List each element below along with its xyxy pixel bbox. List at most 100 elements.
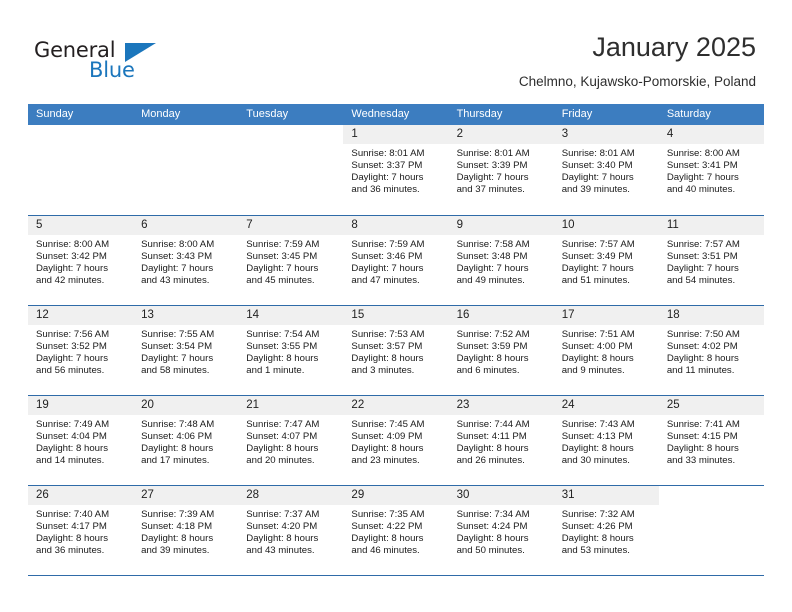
day-cell[interactable]: 11 Sunrise: 7:57 AM Sunset: 3:51 PM Dayligh…	[658, 216, 764, 305]
daylight-line: Daylight: 8 hours	[666, 443, 739, 455]
day-details: Sunrise: 8:00 AM Sunset: 3:42 PM Daylight:…	[28, 235, 133, 287]
sunrise-line: Sunrise: 7:59 AM	[351, 239, 425, 250]
daylight-line: Daylight: 7 hours	[246, 263, 319, 275]
day-cell[interactable]: 4 Sunrise: 8:00 AM Sunset: 3:41 PM Daylight…	[658, 125, 764, 215]
day-number-band: 4	[658, 125, 764, 144]
sunset-line: Sunset: 3:57 PM	[351, 341, 423, 353]
sunrise-line: Sunrise: 7:56 AM	[36, 329, 110, 340]
sunrise-line: Sunrise: 8:01 AM	[351, 148, 425, 159]
day-number: 23	[456, 399, 470, 411]
day-cell[interactable]: 13 Sunrise: 7:55 AM Sunset: 3:54 PM Dayligh…	[133, 306, 239, 395]
sunset-line: Sunset: 3:42 PM	[36, 251, 107, 263]
page-title: January 2025	[592, 32, 756, 62]
day-number-band: 6	[133, 216, 239, 235]
day-cell[interactable]: 28 Sunrise: 7:37 AM Sunset: 4:20 PM Dayligh…	[238, 486, 344, 575]
sunset-line: Sunset: 3:51 PM	[666, 251, 738, 263]
sunrise-line: Sunrise: 7:34 AM	[456, 509, 530, 520]
day-number-band: 18	[658, 306, 764, 325]
daylight-line-cont: and 36 minutes.	[351, 184, 420, 196]
sunrise-line: Sunrise: 7:54 AM	[246, 329, 320, 340]
day-cell[interactable]: 17 Sunrise: 7:51 AM Sunset: 4:00 PM Dayligh…	[553, 306, 659, 395]
logo-text-blue: Blue	[89, 58, 135, 82]
day-cell[interactable]: 10 Sunrise: 7:57 AM Sunset: 3:49 PM Dayligh…	[553, 216, 659, 305]
sunset-line: Sunset: 3:55 PM	[246, 341, 318, 353]
day-number: 5	[36, 219, 43, 231]
daylight-line-cont: and 26 minutes.	[456, 455, 525, 467]
day-cell[interactable]: 3 Sunrise: 8:01 AM Sunset: 3:40 PM Daylight…	[553, 125, 659, 215]
day-details: Sunrise: 8:00 AM Sunset: 3:43 PM Daylight:…	[133, 235, 238, 287]
day-cell[interactable]: 25 Sunrise: 7:41 AM Sunset: 4:15 PM Dayligh…	[658, 396, 764, 485]
day-cell[interactable]: 30 Sunrise: 7:34 AM Sunset: 4:24 PM Dayligh…	[448, 486, 554, 575]
day-details: Sunrise: 7:52 AM Sunset: 3:59 PM Daylight:…	[449, 325, 554, 377]
day-number: 29	[351, 489, 365, 501]
sunset-line: Sunset: 4:15 PM	[666, 431, 738, 443]
day-cell[interactable]: 26 Sunrise: 7:40 AM Sunset: 4:17 PM Dayligh…	[28, 486, 134, 575]
day-cell[interactable]: 1 Sunrise: 8:01 AM Sunset: 3:37 PM Daylight…	[343, 125, 449, 215]
weekday-header-row: Sunday Monday Tuesday Wednesday Thursday…	[28, 104, 764, 125]
sunrise-line: Sunrise: 7:50 AM	[666, 329, 740, 340]
sunrise-line: Sunrise: 7:48 AM	[141, 419, 215, 430]
day-number-band: 15	[343, 306, 449, 325]
sunset-line: Sunset: 4:22 PM	[351, 521, 423, 533]
day-number: 19	[36, 399, 49, 411]
day-cell[interactable]: 14 Sunrise: 7:54 AM Sunset: 3:55 PM Dayligh…	[238, 306, 344, 395]
day-cell[interactable]: 5 Sunrise: 8:00 AM Sunset: 3:42 PM Daylight…	[28, 216, 134, 305]
daylight-line: Daylight: 7 hours	[456, 263, 529, 275]
day-number-band: 26	[28, 486, 134, 505]
day-details: Sunrise: 7:57 AM Sunset: 3:49 PM Daylight:…	[554, 235, 659, 287]
sunrise-line: Sunrise: 7:44 AM	[456, 419, 530, 430]
weekday-header-sunday: Sunday	[36, 108, 74, 120]
day-cell[interactable]: 21 Sunrise: 7:47 AM Sunset: 4:07 PM Dayligh…	[238, 396, 344, 485]
day-cell[interactable]: 8 Sunrise: 7:59 AM Sunset: 3:46 PM Daylight…	[343, 216, 449, 305]
day-cell[interactable]: 20 Sunrise: 7:48 AM Sunset: 4:06 PM Dayligh…	[133, 396, 239, 485]
day-cell[interactable]: 22 Sunrise: 7:45 AM Sunset: 4:09 PM Dayligh…	[343, 396, 449, 485]
sunrise-line: Sunrise: 8:00 AM	[666, 148, 740, 159]
calendar-week-row: 12 Sunrise: 7:56 AM Sunset: 3:52 PM Dayligh…	[28, 305, 764, 395]
sunset-line: Sunset: 4:11 PM	[456, 431, 527, 443]
day-cell[interactable]: 12 Sunrise: 7:56 AM Sunset: 3:52 PM Dayligh…	[28, 306, 134, 395]
day-cell[interactable]: 6 Sunrise: 8:00 AM Sunset: 3:43 PM Daylight…	[133, 216, 239, 305]
title-block: January 2025 Chelmno, Kujawsko-Pomorskie…	[519, 30, 756, 90]
day-cell[interactable]: 15 Sunrise: 7:53 AM Sunset: 3:57 PM Dayligh…	[343, 306, 449, 395]
daylight-line: Daylight: 8 hours	[666, 353, 739, 365]
day-cell[interactable]: 27 Sunrise: 7:39 AM Sunset: 4:18 PM Dayligh…	[133, 486, 239, 575]
day-number-band: 17	[553, 306, 659, 325]
day-cell[interactable]: 18 Sunrise: 7:50 AM Sunset: 4:02 PM Dayligh…	[658, 306, 764, 395]
sunrise-line: Sunrise: 7:49 AM	[36, 419, 110, 430]
day-number-band: 1	[343, 125, 449, 144]
day-cell[interactable]: 9 Sunrise: 7:58 AM Sunset: 3:48 PM Daylight…	[448, 216, 554, 305]
day-number: 25	[666, 399, 680, 411]
day-number: 14	[246, 309, 260, 321]
day-number-band: 25	[658, 396, 764, 415]
daylight-line-cont: and 58 minutes.	[141, 365, 210, 377]
day-details: Sunrise: 7:40 AM Sunset: 4:17 PM Daylight:…	[28, 505, 133, 557]
sunrise-line: Sunrise: 7:57 AM	[561, 239, 635, 250]
daylight-line: Daylight: 7 hours	[666, 263, 739, 275]
sunset-line: Sunset: 4:18 PM	[141, 521, 213, 533]
sunrise-line: Sunrise: 7:41 AM	[666, 419, 740, 430]
daylight-line: Daylight: 8 hours	[36, 443, 108, 455]
day-cell[interactable]: 2 Sunrise: 8:01 AM Sunset: 3:39 PM Daylight…	[448, 125, 554, 215]
calendar-bottom-border	[28, 575, 764, 576]
day-cell[interactable]: 23 Sunrise: 7:44 AM Sunset: 4:11 PM Dayligh…	[448, 396, 554, 485]
day-cell[interactable]: 24 Sunrise: 7:43 AM Sunset: 4:13 PM Dayligh…	[553, 396, 659, 485]
day-cell[interactable]: 7 Sunrise: 7:59 AM Sunset: 3:45 PM Daylight…	[238, 216, 344, 305]
page-header: General Blue January 2025 Chelmno, Kujaw…	[0, 0, 792, 100]
day-cell[interactable]: 31 Sunrise: 7:32 AM Sunset: 4:26 PM Dayligh…	[553, 486, 659, 575]
daylight-line: Daylight: 8 hours	[351, 533, 424, 545]
sunrise-line: Sunrise: 7:37 AM	[246, 509, 320, 520]
sunset-line: Sunset: 3:37 PM	[351, 160, 423, 172]
daylight-line-cont: and 1 minute.	[246, 365, 305, 377]
daylight-line: Daylight: 7 hours	[36, 263, 108, 275]
calendar-week-row: 19 Sunrise: 7:49 AM Sunset: 4:04 PM Dayligh…	[28, 395, 764, 485]
day-cell-empty	[238, 125, 344, 215]
generalblue-logo: General Blue	[34, 38, 204, 84]
daylight-line: Daylight: 7 hours	[561, 172, 634, 184]
day-number-band: 3	[553, 125, 659, 144]
day-cell[interactable]: 29 Sunrise: 7:35 AM Sunset: 4:22 PM Dayligh…	[343, 486, 449, 575]
day-cell[interactable]: 19 Sunrise: 7:49 AM Sunset: 4:04 PM Dayligh…	[28, 396, 134, 485]
day-number: 2	[456, 128, 463, 140]
location-subtitle: Chelmno, Kujawsko-Pomorskie, Poland	[518, 74, 756, 89]
day-number: 3	[561, 128, 569, 140]
day-cell[interactable]: 16 Sunrise: 7:52 AM Sunset: 3:59 PM Dayligh…	[448, 306, 554, 395]
